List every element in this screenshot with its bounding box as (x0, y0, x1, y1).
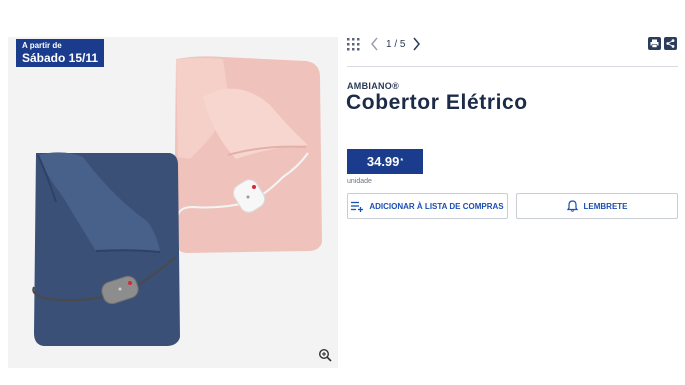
gallery-counter: 1 / 5 (386, 38, 406, 50)
product-title: Cobertor Elétrico (346, 91, 528, 114)
price-unit: unidade (347, 178, 372, 185)
share-button[interactable] (664, 37, 677, 50)
chevron-left-icon[interactable] (370, 37, 380, 51)
product-image (32, 56, 322, 346)
share-tools (648, 37, 677, 50)
print-button[interactable] (648, 37, 661, 50)
reminder-label: LEMBRETE (583, 201, 628, 211)
product-brand: AMBIANO® (347, 81, 400, 91)
availability-badge: A partir de Sábado 15/11 (16, 39, 105, 67)
add-to-list-label: ADICIONAR À LISTA DE COMPRAS (369, 201, 504, 211)
price-badge: 34.99 * (347, 149, 423, 174)
product-image-panel[interactable]: A partir de Sábado 15/11 (8, 37, 338, 368)
badge-line-1: A partir de (22, 41, 62, 50)
chevron-right-icon[interactable] (411, 37, 421, 51)
add-to-shopping-list-button[interactable]: ADICIONAR À LISTA DE COMPRAS (347, 193, 508, 219)
badge-line-2: Sábado 15/11 (22, 51, 99, 65)
bell-icon (566, 200, 578, 212)
reminder-button[interactable]: LEMBRETE (516, 193, 678, 219)
list-add-icon (351, 201, 364, 212)
share-icon (666, 39, 675, 48)
header-divider (347, 66, 678, 67)
grid-icon[interactable] (347, 37, 360, 51)
price-footnote-mark: * (400, 158, 404, 165)
print-icon (650, 39, 659, 48)
price-value: 34.99 (366, 154, 400, 169)
zoom-icon[interactable] (318, 348, 332, 362)
gallery-navigation: 1 / 5 (347, 36, 421, 52)
